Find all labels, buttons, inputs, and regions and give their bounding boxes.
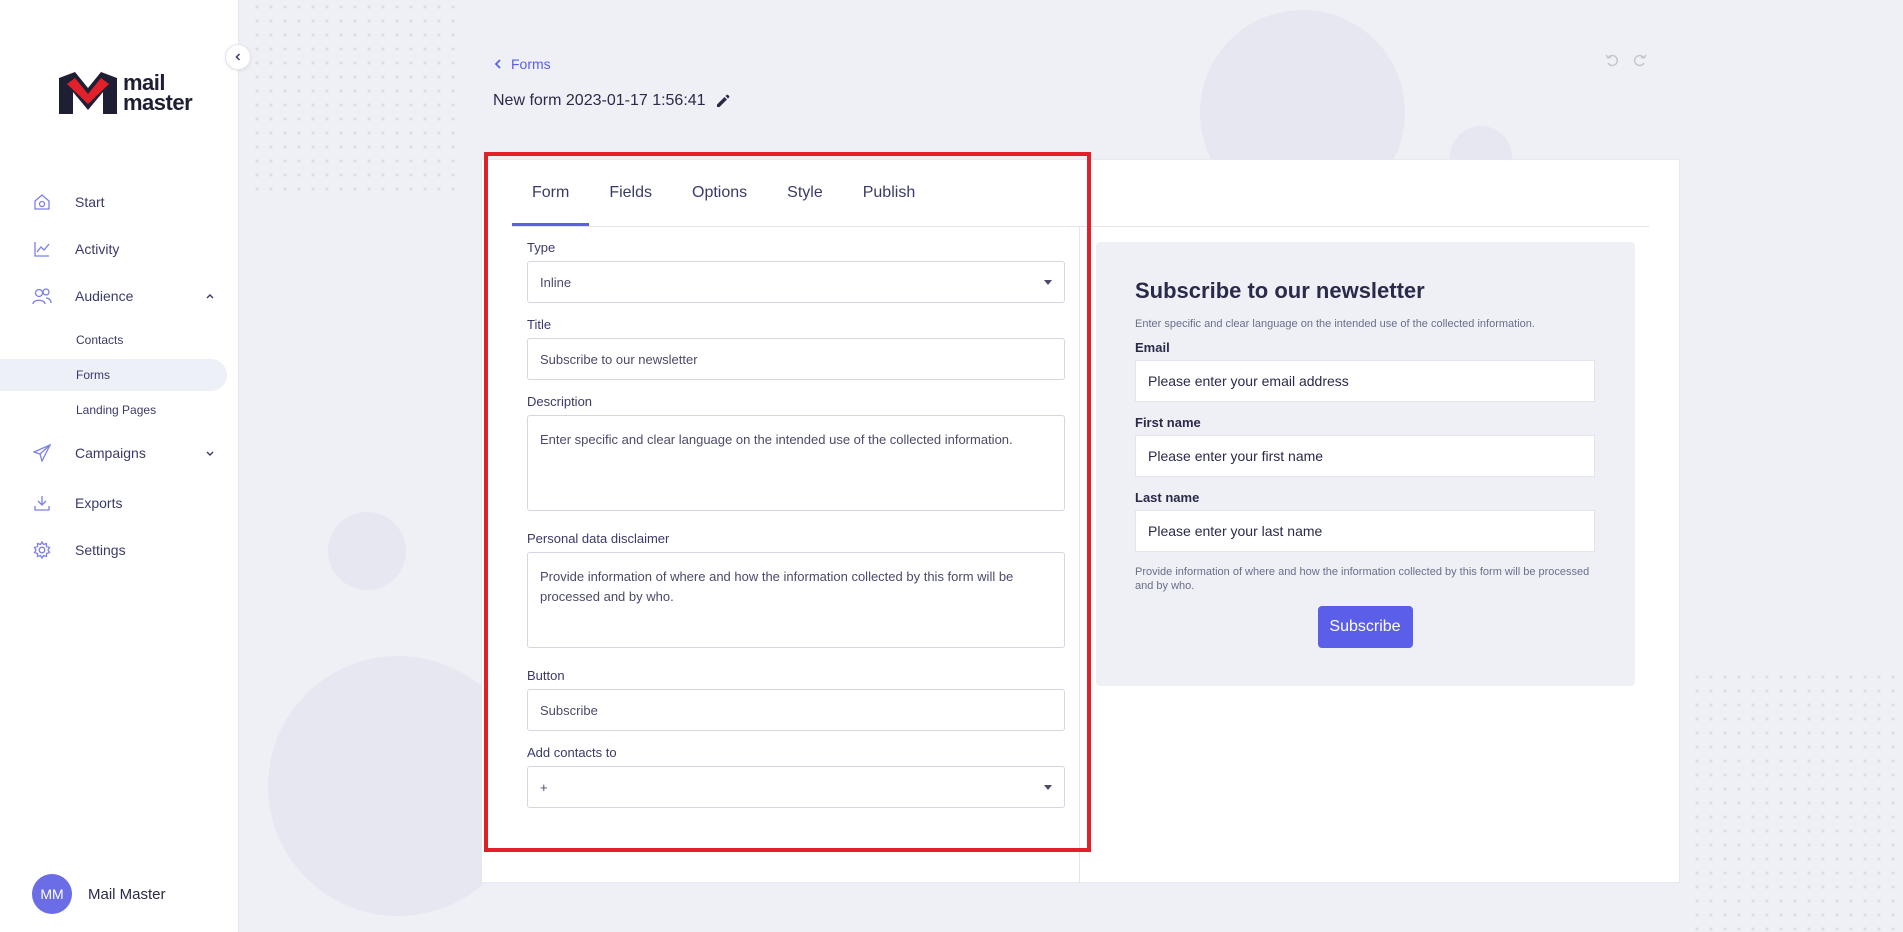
type-field: Type Inline (527, 240, 1065, 303)
paper-plane-icon (32, 443, 52, 463)
sidebar-item-settings[interactable]: Settings (0, 532, 227, 568)
preview-title: Subscribe to our newsletter (1135, 278, 1425, 303)
logo-line-2: master (123, 90, 193, 115)
user-name: Mail Master (88, 885, 166, 903)
sidebar-subitem-forms[interactable]: Forms (0, 359, 227, 391)
tab-bar: Form Fields Options Style Publish (512, 160, 935, 226)
pencil-icon[interactable] (716, 94, 730, 108)
sidebar-subitem-contacts[interactable]: Contacts (0, 324, 227, 356)
sidebar-item-label: Start (75, 194, 105, 210)
sidebar-item-start[interactable]: Start (0, 184, 227, 220)
form-preview: Subscribe to our newsletter Enter specif… (1096, 242, 1635, 686)
description-textarea[interactable]: Enter specific and clear language on the… (527, 415, 1065, 511)
users-icon (32, 286, 52, 306)
button-text-label: Button (527, 668, 565, 683)
sidebar-item-campaigns[interactable]: Campaigns (0, 435, 227, 471)
title-label: Title (527, 317, 552, 332)
preview-email-input[interactable]: Please enter your email address (1135, 360, 1595, 402)
sidebar: mail master Start Activity Audience Cont… (0, 0, 239, 932)
sidebar-item-label: Exports (75, 495, 123, 511)
sidebar-item-exports[interactable]: Exports (0, 485, 227, 521)
tab-form[interactable]: Form (512, 160, 590, 226)
chart-line-icon (32, 239, 52, 259)
column-divider (1079, 227, 1080, 882)
caret-down-icon (1044, 784, 1052, 790)
sidebar-item-label: Settings (75, 542, 126, 558)
preview-first-name-label: First name (1135, 415, 1201, 430)
page-title: New form 2023-01-17 1:56:41 (493, 92, 730, 110)
disclaimer-field: Personal data disclaimer Provide informa… (527, 531, 1065, 648)
preview-description: Enter specific and clear language on the… (1135, 318, 1535, 330)
background-dots-right (1690, 670, 1903, 932)
tab-style[interactable]: Style (767, 160, 843, 226)
background-dots-top (250, 0, 460, 200)
background-circle-small (328, 512, 406, 590)
preview-email-label: Email (1135, 340, 1170, 355)
preview-first-name-input[interactable]: Please enter your first name (1135, 435, 1595, 477)
tab-fields[interactable]: Fields (589, 160, 672, 226)
sidebar-item-activity[interactable]: Activity (0, 231, 227, 267)
sidebar-collapse-button[interactable] (225, 44, 251, 70)
home-icon (32, 192, 52, 212)
sidebar-item-audience[interactable]: Audience (0, 278, 227, 314)
preview-last-name-input[interactable]: Please enter your last name (1135, 510, 1595, 552)
form-editor-card: Form Fields Options Style Publish Type I… (481, 159, 1680, 883)
preview-subscribe-button[interactable]: Subscribe (1317, 606, 1413, 648)
sidebar-item-label: Campaigns (75, 445, 146, 461)
description-label: Description (527, 394, 593, 409)
button-field: Button Subscribe (527, 668, 1065, 731)
type-label: Type (527, 240, 556, 255)
preview-disclaimer: Provide information of where and how the… (1135, 566, 1590, 592)
sidebar-item-label: Activity (75, 241, 120, 257)
user-profile[interactable]: MM Mail Master (32, 874, 166, 914)
disclaimer-textarea[interactable]: Provide information of where and how the… (527, 552, 1065, 648)
preview-last-name-label: Last name (1135, 490, 1200, 505)
add-contacts-select[interactable]: + (527, 766, 1065, 808)
avatar: MM (32, 874, 72, 914)
app-logo[interactable]: mail master (57, 70, 193, 116)
sidebar-item-label: Audience (75, 288, 134, 304)
chevron-left-icon (494, 59, 501, 69)
button-text-input[interactable]: Subscribe (527, 689, 1065, 731)
undo-redo-group (1604, 52, 1648, 68)
add-contacts-field: Add contacts to + (527, 745, 1065, 808)
redo-icon[interactable] (1632, 52, 1648, 68)
tab-options[interactable]: Options (672, 160, 767, 226)
sidebar-subitem-landing-pages[interactable]: Landing Pages (0, 394, 227, 426)
disclaimer-label: Personal data disclaimer (527, 531, 670, 546)
type-select-value: Inline (540, 274, 572, 290)
form-name: New form 2023-01-17 1:56:41 (493, 92, 706, 109)
breadcrumb-forms-link[interactable]: Forms (511, 56, 551, 72)
tabs-divider (512, 226, 1649, 227)
description-field: Description Enter specific and clear lan… (527, 394, 1065, 511)
gear-icon (32, 540, 52, 560)
chevron-down-icon (205, 445, 215, 463)
download-icon (32, 493, 52, 513)
tab-publish[interactable]: Publish (843, 160, 935, 226)
chevron-up-icon (205, 288, 215, 306)
form-settings: Type Inline Title Subscribe to our newsl… (527, 240, 1065, 822)
undo-icon[interactable] (1604, 52, 1620, 68)
preview-content: Subscribe to our newsletter Enter specif… (1135, 278, 1595, 648)
logo-text: mail master (123, 72, 193, 115)
add-contacts-value: + (540, 779, 548, 795)
caret-down-icon (1044, 279, 1052, 285)
title-field: Title Subscribe to our newsletter (527, 317, 1065, 380)
chevron-left-icon (235, 53, 241, 61)
add-contacts-label: Add contacts to (527, 745, 617, 760)
breadcrumb[interactable]: Forms (493, 56, 551, 72)
mailmaster-logo-icon (59, 72, 117, 114)
title-input[interactable]: Subscribe to our newsletter (527, 338, 1065, 380)
type-select[interactable]: Inline (527, 261, 1065, 303)
